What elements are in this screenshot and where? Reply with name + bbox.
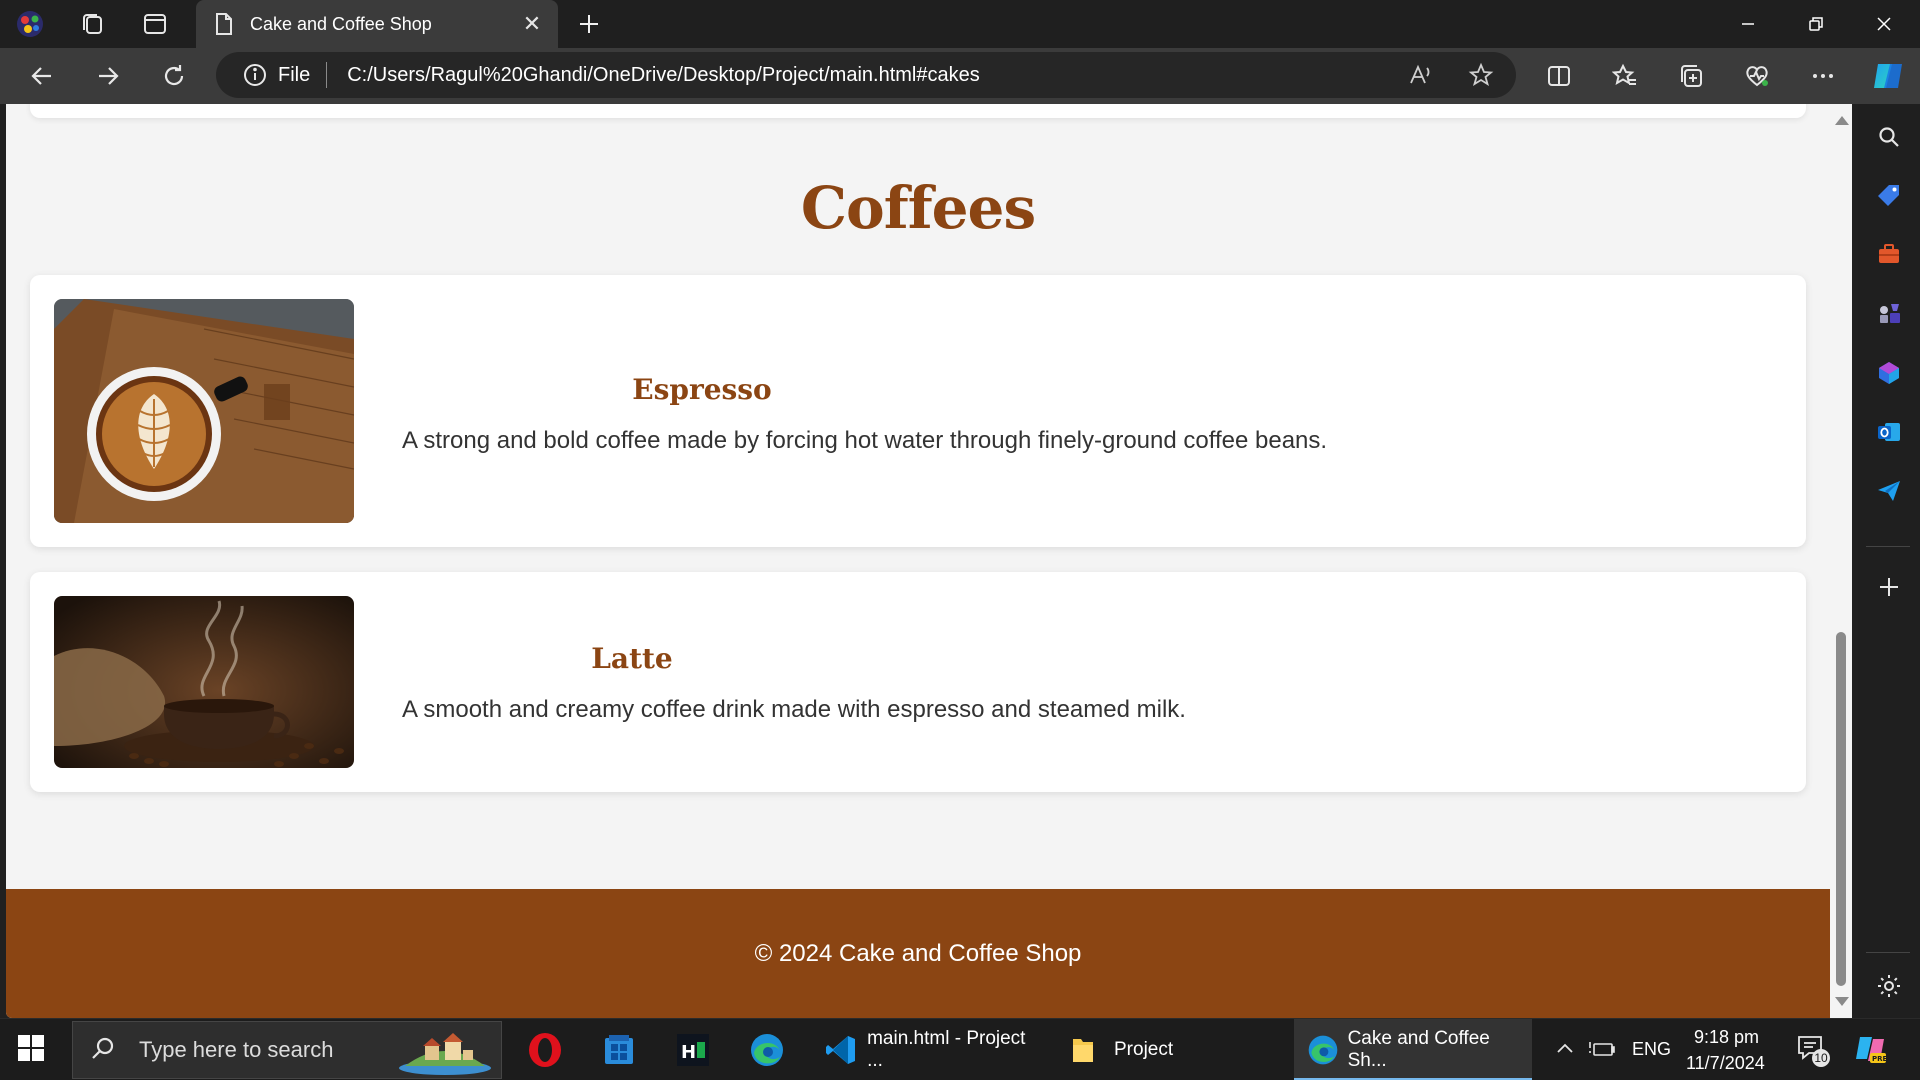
- svg-text:PRE: PRE: [1872, 1055, 1888, 1063]
- outlook-icon[interactable]: [1875, 418, 1903, 446]
- page-scrollbar[interactable]: [1830, 104, 1852, 1018]
- search-icon[interactable]: [1875, 123, 1903, 151]
- coffee-name-latte: Latte: [591, 642, 673, 675]
- coffee-name-espresso: Espresso: [632, 373, 772, 406]
- search-placeholder: Type here to search: [139, 1037, 334, 1062]
- site-footer: © 2024 Cake and Coffee Shop: [6, 889, 1830, 1018]
- windows-start-icon[interactable]: [16, 1033, 52, 1069]
- back-arrow-icon[interactable]: [24, 58, 60, 94]
- scroll-down-arrow-icon[interactable]: [1835, 997, 1849, 1006]
- microsoft-store-icon[interactable]: [598, 1029, 640, 1071]
- notification-count-badge: 10: [1812, 1049, 1830, 1067]
- espresso-image: [54, 299, 354, 523]
- battery-icon[interactable]: [1588, 1037, 1616, 1061]
- copilot-icon[interactable]: [1868, 56, 1908, 96]
- latte-image: [54, 596, 354, 768]
- coffee-card-espresso: Espresso A strong and bold coffee made b…: [30, 275, 1806, 547]
- clock-time[interactable]: 9:18 pm: [1694, 1027, 1759, 1048]
- favorite-star-icon[interactable]: [1466, 60, 1496, 90]
- edge-sidebar: [1858, 104, 1920, 1018]
- section-title: Coffees: [800, 174, 1036, 242]
- coffee-description-espresso: A strong and bold coffee made by forcing…: [402, 427, 1328, 454]
- add-sidebar-app-icon[interactable]: [1875, 573, 1903, 601]
- close-tab-icon[interactable]: ✕: [520, 12, 544, 37]
- sidebar-divider: [1866, 546, 1910, 547]
- split-screen-icon[interactable]: [1543, 60, 1575, 92]
- page-document-icon: [214, 12, 234, 36]
- tab-title: Cake and Coffee Shop: [250, 13, 432, 34]
- address-bar[interactable]: File C:/Users/Ragul%20Ghandi/OneDrive/De…: [216, 52, 1516, 98]
- footer-copyright: © 2024 Cake and Coffee Shop: [754, 939, 1082, 967]
- protocol-label: File: [278, 63, 311, 86]
- search-icon: [89, 1035, 119, 1065]
- microsoft-365-icon[interactable]: [1875, 359, 1903, 387]
- coffee-description-latte: A smooth and creamy coffee drink made wi…: [402, 696, 1186, 723]
- workspaces-icon[interactable]: [76, 8, 108, 40]
- opera-browser-icon[interactable]: [524, 1029, 566, 1071]
- taskbar-app-edge-active[interactable]: Cake and Coffee Sh...: [1294, 1019, 1532, 1080]
- sidebar-settings-gear-icon[interactable]: [1875, 972, 1903, 1000]
- language-indicator[interactable]: ENG: [1632, 1039, 1671, 1060]
- browser-toolbar: File C:/Users/Ragul%20Ghandi/OneDrive/De…: [0, 48, 1920, 104]
- scrollbar-thumb[interactable]: [1836, 632, 1846, 986]
- vertical-tabs-icon[interactable]: [139, 8, 171, 40]
- taskbar-app-label: Project: [1114, 1039, 1174, 1060]
- browser-tab-active[interactable]: Cake and Coffee Shop ✕: [196, 0, 558, 48]
- site-info-icon[interactable]: [242, 62, 268, 88]
- taskbar-app-label: Cake and Coffee Sh...: [1347, 1028, 1490, 1071]
- games-chess-icon[interactable]: [1875, 299, 1903, 327]
- send-paper-plane-icon[interactable]: [1875, 477, 1903, 505]
- more-options-icon[interactable]: [1807, 60, 1839, 92]
- new-tab-icon[interactable]: [573, 8, 605, 40]
- close-window-icon[interactable]: [1850, 0, 1918, 48]
- windows-taskbar: Type here to search H main.html - Projec…: [0, 1018, 1920, 1080]
- read-aloud-icon[interactable]: [1406, 60, 1436, 90]
- scroll-up-arrow-icon[interactable]: [1835, 116, 1849, 125]
- show-hidden-icons-chevron-up-icon[interactable]: [1554, 1037, 1578, 1061]
- address-divider: [326, 62, 328, 88]
- folder-icon: [1070, 1034, 1102, 1066]
- search-highlight-village-icon: [395, 1026, 495, 1076]
- copilot-preview-icon[interactable]: PRE: [1852, 1031, 1890, 1069]
- browser-essentials-icon[interactable]: [1741, 60, 1773, 92]
- taskbar-app-label: main.html - Project ...: [867, 1028, 1026, 1071]
- coffee-card-latte: Latte A smooth and creamy coffee drink m…: [30, 572, 1806, 792]
- hackerrank-icon[interactable]: H: [672, 1029, 714, 1071]
- forward-arrow-icon[interactable]: [90, 58, 126, 94]
- shopping-tag-icon[interactable]: [1875, 181, 1903, 209]
- collections-icon[interactable]: [1675, 60, 1707, 92]
- edge-browser-icon[interactable]: [746, 1029, 788, 1071]
- taskbar-search-box[interactable]: Type here to search: [72, 1021, 502, 1079]
- sidebar-divider: [1866, 952, 1910, 953]
- previous-card-bottom-edge: [30, 104, 1806, 118]
- taskbar-app-file-explorer[interactable]: Project: [1058, 1019, 1284, 1080]
- browser-title-bar: Cake and Coffee Shop ✕: [0, 0, 1920, 48]
- minimize-window-icon[interactable]: [1714, 0, 1782, 48]
- favorites-icon[interactable]: [1609, 60, 1641, 92]
- refresh-icon[interactable]: [156, 58, 192, 94]
- restore-window-icon[interactable]: [1782, 0, 1850, 48]
- profile-avatar-icon[interactable]: [14, 8, 46, 40]
- vscode-icon: [824, 1032, 859, 1068]
- svg-text:H: H: [681, 1042, 696, 1063]
- url-text[interactable]: C:/Users/Ragul%20Ghandi/OneDrive/Desktop…: [347, 64, 980, 87]
- notifications-icon[interactable]: 10: [1796, 1033, 1830, 1067]
- web-page-viewport: Coffees Espresso A strong and bold coffe…: [6, 104, 1830, 1018]
- taskbar-app-vscode[interactable]: main.html - Project ...: [816, 1019, 1042, 1080]
- tools-briefcase-icon[interactable]: [1875, 240, 1903, 268]
- clock-date[interactable]: 11/7/2024: [1686, 1053, 1765, 1074]
- edge-browser-icon: [1306, 1032, 1342, 1068]
